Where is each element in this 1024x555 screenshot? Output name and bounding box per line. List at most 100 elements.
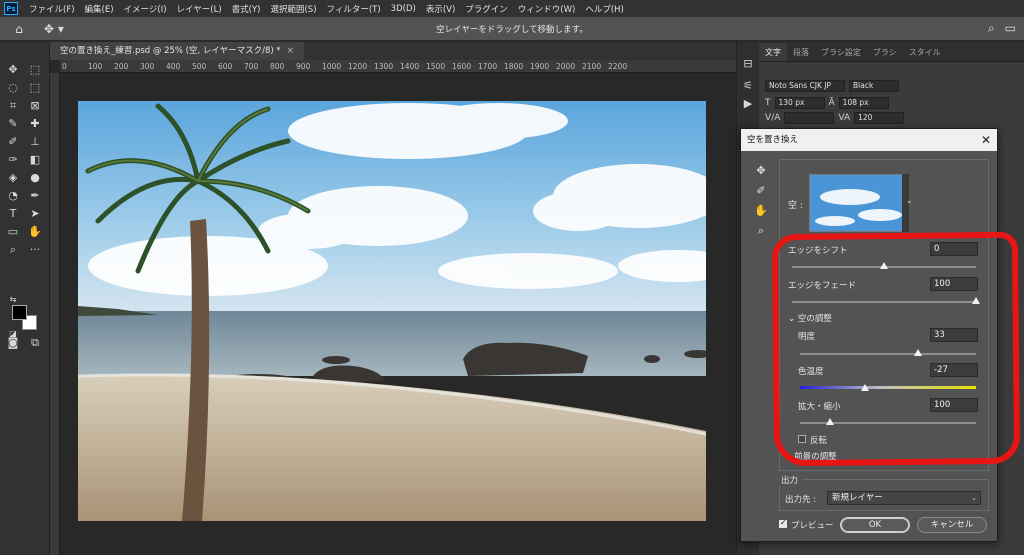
sky-preset-thumbnail[interactable] bbox=[809, 174, 905, 232]
workspace-icon[interactable]: ▭ bbox=[1005, 21, 1016, 36]
ruler-tick-label: 1200 bbox=[348, 62, 368, 71]
kerning-icon: V/A bbox=[765, 113, 781, 123]
sky-adjust-header[interactable]: ⌄ 空の調整 bbox=[788, 312, 832, 324]
ruler-tick-label: 1800 bbox=[504, 62, 524, 71]
pen-icon[interactable]: ✒ bbox=[26, 188, 44, 204]
hand-icon[interactable]: ✋ bbox=[751, 201, 771, 221]
dodge-icon[interactable]: ◔ bbox=[4, 188, 22, 204]
tracking-icon: VA bbox=[838, 113, 851, 123]
search-icon[interactable]: ⌕ bbox=[988, 21, 995, 36]
frame-icon[interactable]: ⊠ bbox=[26, 98, 44, 114]
font-size-field[interactable]: 130 px bbox=[774, 97, 825, 109]
options-hint: 空レイヤーをドラッグして移動します。 bbox=[436, 24, 588, 35]
edge-fade-slider-track[interactable] bbox=[792, 301, 976, 303]
chevron-down-icon: ⌄ bbox=[971, 494, 977, 502]
flip-checkbox[interactable] bbox=[798, 435, 806, 443]
menu-3d[interactable]: 3D(D) bbox=[386, 4, 421, 14]
tab-brush-settings[interactable]: ブラシ設定 bbox=[815, 43, 867, 61]
stamp-icon[interactable]: ⊥ bbox=[26, 134, 44, 150]
path-select-icon[interactable]: ➤ bbox=[26, 206, 44, 222]
temperature-field[interactable]: -27 bbox=[930, 363, 978, 377]
vertical-ruler bbox=[50, 73, 60, 555]
play-icon[interactable]: ▶ bbox=[739, 96, 757, 112]
eyedropper-icon[interactable]: ✎ bbox=[4, 116, 22, 132]
history-brush-icon[interactable]: ✑ bbox=[4, 152, 22, 168]
output-title: 出力 bbox=[777, 474, 803, 486]
history-icon[interactable]: ⊟ bbox=[739, 56, 757, 72]
healing-icon[interactable]: ✚ bbox=[26, 116, 44, 132]
sky-settings-group: 空 : ⌄ エッジをシフト 0 エッジをフェード 100 ⌄ 空の調整 明度 3… bbox=[779, 159, 989, 471]
leading-icon: Ā bbox=[828, 98, 835, 108]
menu-type[interactable]: 書式(Y) bbox=[227, 3, 266, 15]
tab-brush[interactable]: ブラシ bbox=[867, 43, 903, 61]
more-tools-icon[interactable]: ··· bbox=[26, 242, 44, 258]
menu-edit[interactable]: 編集(E) bbox=[80, 3, 119, 15]
menu-select[interactable]: 選択範囲(S) bbox=[265, 3, 321, 15]
eraser-icon[interactable]: ◧ bbox=[26, 152, 44, 168]
zoom-icon[interactable]: ⌕ bbox=[4, 242, 22, 258]
sky-dropdown-icon[interactable]: ⌄ bbox=[906, 196, 913, 205]
preview-checkbox[interactable] bbox=[779, 518, 787, 528]
font-style-select[interactable]: Black bbox=[849, 80, 899, 92]
brightness-field[interactable]: 33 bbox=[930, 328, 978, 342]
tab-character[interactable]: 文字 bbox=[759, 43, 787, 61]
menu-plugins[interactable]: プラグイン bbox=[460, 3, 513, 15]
crop-icon[interactable]: ⌗ bbox=[4, 98, 22, 114]
blur-icon[interactable]: ● bbox=[26, 170, 44, 186]
scale-field[interactable]: 100 bbox=[930, 398, 978, 412]
leading-field[interactable]: 108 px bbox=[838, 97, 889, 109]
document-tab[interactable]: 空の置き換え_練習.psd @ 25% (空, レイヤーマスク/8) * × bbox=[50, 42, 304, 60]
font-family-select[interactable]: Noto Sans CJK JP bbox=[765, 80, 845, 92]
edge-shift-slider-thumb[interactable] bbox=[880, 262, 888, 269]
temperature-slider-thumb[interactable] bbox=[861, 384, 870, 391]
dialog-tools: ✥ ✐ ✋ ⌕ bbox=[751, 161, 771, 241]
menu-help[interactable]: ヘルプ(H) bbox=[580, 3, 629, 15]
paint-bucket-icon[interactable]: ◈ bbox=[4, 170, 22, 186]
close-tab-icon[interactable]: × bbox=[287, 46, 294, 56]
shape-icon[interactable]: ▭ bbox=[4, 224, 22, 240]
menu-window[interactable]: ウィンドウ(W) bbox=[513, 3, 581, 15]
adjustments-icon[interactable]: ⚟ bbox=[739, 78, 757, 94]
brush-icon[interactable]: ✐ bbox=[4, 134, 22, 150]
edge-fade-field[interactable]: 100 bbox=[930, 277, 978, 291]
menu-layer[interactable]: レイヤー(L) bbox=[172, 3, 227, 15]
swap-colors-icon[interactable]: ⇆ bbox=[4, 292, 22, 308]
tab-styles[interactable]: スタイル bbox=[903, 43, 947, 61]
hand-icon[interactable]: ✋ bbox=[26, 224, 44, 240]
menu-file[interactable]: ファイル(F) bbox=[24, 3, 80, 15]
menu-filter[interactable]: フィルター(T) bbox=[322, 3, 386, 15]
tab-paragraph[interactable]: 段落 bbox=[787, 43, 815, 61]
scale-slider-thumb[interactable] bbox=[825, 418, 834, 425]
ok-button[interactable]: OK bbox=[840, 517, 910, 533]
zoom-icon[interactable]: ⌕ bbox=[751, 221, 771, 241]
move-tool-icon[interactable]: ✥ ▾ bbox=[44, 22, 64, 36]
edge-shift-field[interactable]: 0 bbox=[930, 242, 978, 256]
menu-image[interactable]: イメージ(I) bbox=[119, 3, 172, 15]
cancel-button[interactable]: キャンセル bbox=[917, 517, 987, 533]
output-to-select[interactable]: 新規レイヤー ⌄ bbox=[827, 491, 981, 505]
chevron-down-icon: ⌄ bbox=[788, 314, 798, 324]
sky-move-icon[interactable]: ✥ bbox=[751, 161, 771, 181]
brightness-slider-thumb[interactable] bbox=[913, 349, 922, 356]
home-icon[interactable]: ⌂ bbox=[10, 22, 28, 36]
quick-mask-icon[interactable]: ◙ bbox=[4, 335, 22, 351]
screen-mode-icon[interactable]: ⧉ bbox=[26, 335, 44, 351]
brightness-slider-track[interactable] bbox=[800, 353, 976, 355]
beach-scene bbox=[78, 101, 706, 521]
sky-brush-icon[interactable]: ✐ bbox=[751, 181, 771, 201]
edge-fade-slider-thumb[interactable] bbox=[972, 297, 980, 304]
ruler-tick-label: 300 bbox=[140, 62, 155, 71]
close-icon[interactable]: ✕ bbox=[981, 129, 991, 151]
menu-view[interactable]: 表示(V) bbox=[421, 3, 460, 15]
temperature-slider-track[interactable] bbox=[800, 386, 976, 389]
kerning-field[interactable] bbox=[784, 112, 835, 124]
tracking-field[interactable]: 120 bbox=[854, 112, 905, 124]
lasso-icon[interactable]: ◌ bbox=[4, 80, 22, 96]
type-icon[interactable]: T bbox=[4, 206, 22, 222]
ruler-tick-label: 400 bbox=[166, 62, 181, 71]
move-icon[interactable]: ✥ bbox=[4, 62, 22, 78]
foreground-adjust-header[interactable]: › 前景の調整 bbox=[788, 450, 837, 462]
marquee-icon[interactable]: ⬚ bbox=[26, 62, 44, 78]
object-select-icon[interactable]: ⬚ bbox=[26, 80, 44, 96]
beach-photo[interactable] bbox=[78, 101, 706, 521]
